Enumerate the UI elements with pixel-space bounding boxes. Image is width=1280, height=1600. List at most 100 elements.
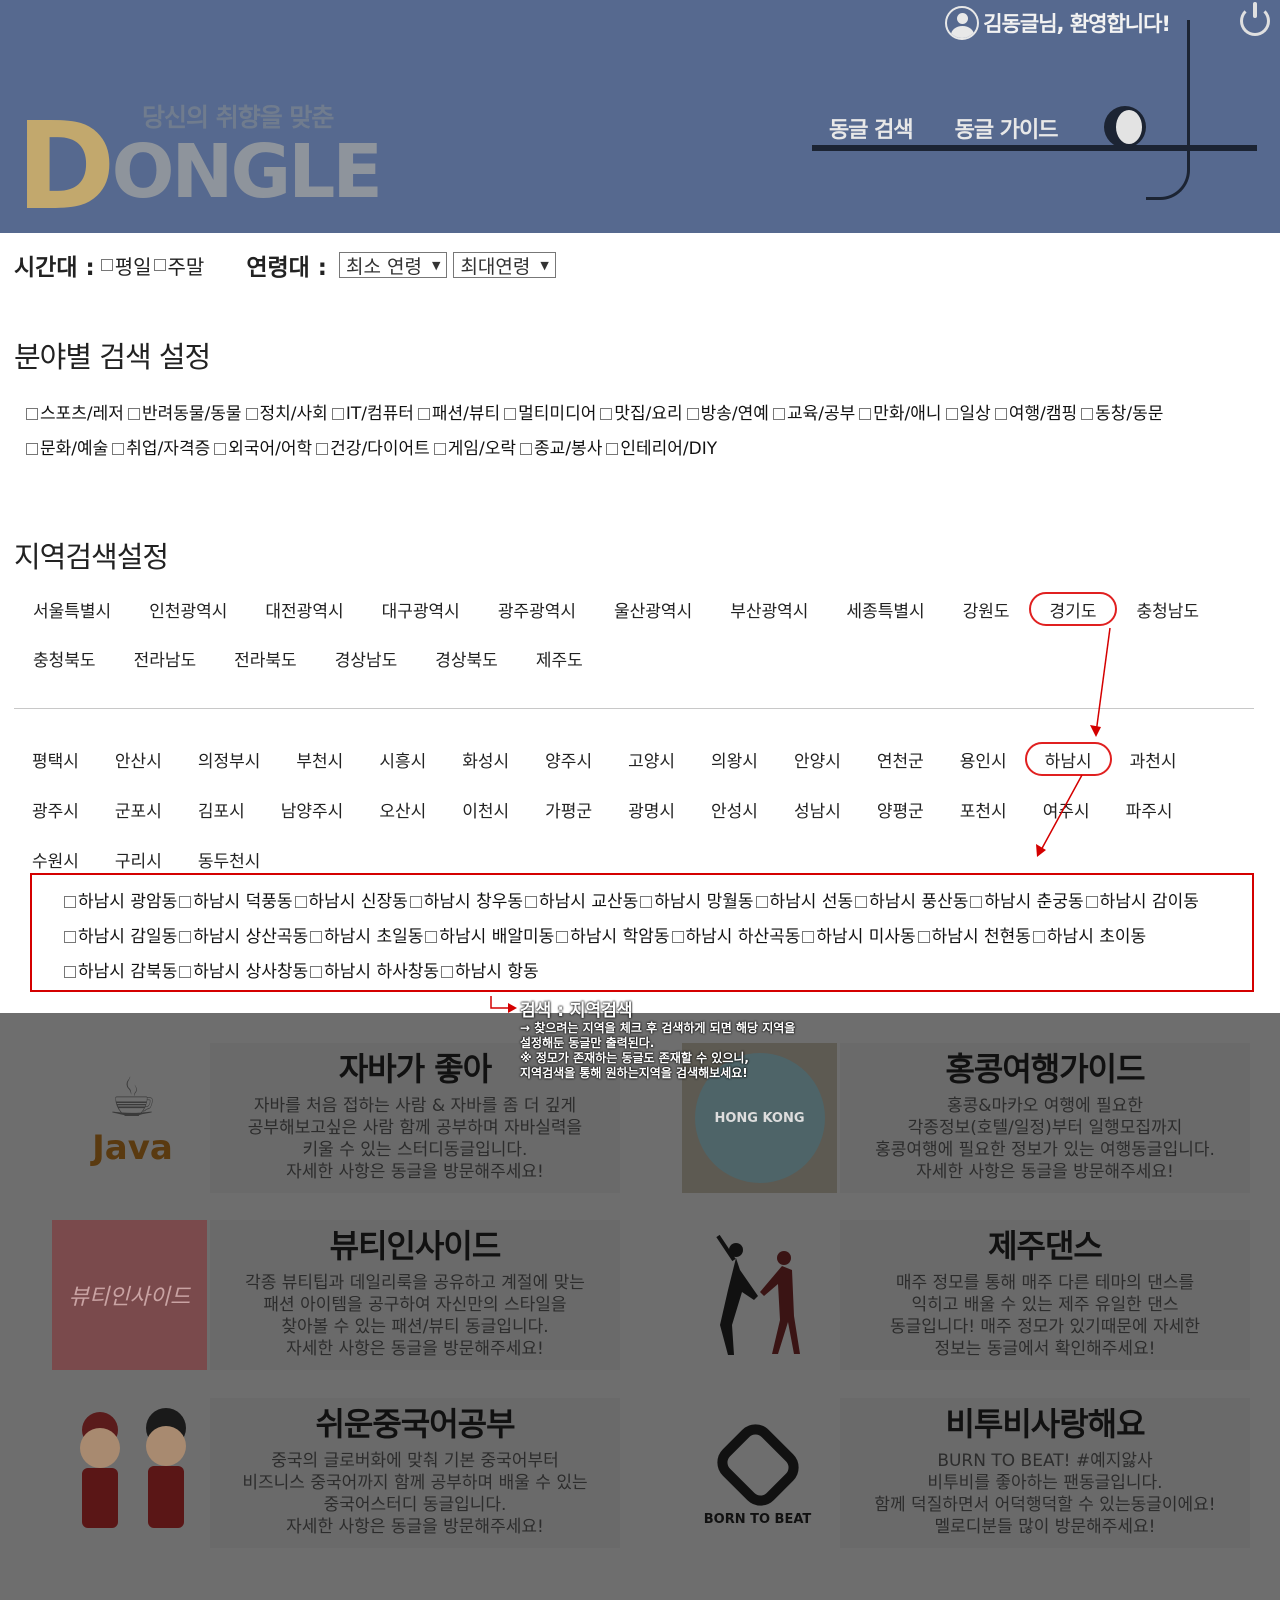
city-option[interactable]: 안성시 [693,792,776,826]
province-option[interactable]: 전라남도 [115,641,216,675]
dong-option-checkbox[interactable] [179,896,192,908]
category-option[interactable]: 방송/연예 [686,397,769,431]
city-option[interactable]: 안양시 [776,742,859,776]
nav-dongle-guide[interactable]: 동글 가이드 [955,112,1059,144]
category-option[interactable]: 정치/사회 [245,397,328,431]
dong-option[interactable]: 하남시 상사창동 [179,955,308,989]
category-option[interactable]: 일상 [945,397,991,431]
dong-option-checkbox[interactable] [1085,896,1098,908]
dong-option-checkbox[interactable] [409,896,422,908]
province-option[interactable]: 대구광역시 [363,592,479,626]
city-option[interactable]: 과천시 [1112,742,1195,776]
category-option-checkbox[interactable] [316,443,329,455]
category-option-checkbox[interactable] [26,408,38,420]
weekend-option[interactable]: 주말 [153,251,204,280]
city-option[interactable]: 여주시 [1025,792,1108,826]
dong-option[interactable]: 하남시 천현동 [917,920,1031,954]
category-option[interactable]: IT/컴퓨터 [331,397,414,431]
logout-power-icon[interactable] [1240,2,1270,36]
city-option[interactable]: 고양시 [610,742,693,776]
category-option[interactable]: 교육/공부 [772,397,855,431]
dong-option[interactable]: 하남시 덕풍동 [179,885,293,919]
city-option[interactable]: 가평군 [527,792,610,826]
city-option[interactable]: 이천시 [444,792,527,826]
category-option-checkbox[interactable] [600,408,613,420]
dong-option[interactable]: 하남시 춘궁동 [970,885,1084,919]
dong-option[interactable]: 하남시 초이동 [1032,920,1146,954]
city-option[interactable]: 평택시 [14,742,97,776]
category-option[interactable]: 문화/예술 [26,432,108,466]
city-option[interactable]: 오산시 [361,792,444,826]
weekday-option[interactable]: 평일 [100,251,152,280]
city-option[interactable]: 양평군 [859,792,942,826]
card-beauty[interactable]: 뷰티인사이드 각종 뷰티팁과 데일리룩을 공유하고 계절에 맞는 패션 아이템을 … [210,1220,620,1370]
chinese-kids-image[interactable] [55,1398,210,1548]
category-option[interactable]: 멀티미디어 [504,397,596,431]
city-option[interactable]: 시흥시 [361,742,444,776]
province-option[interactable]: 전라북도 [215,641,316,675]
category-option-checkbox[interactable] [214,443,227,455]
dong-option-checkbox[interactable] [556,931,569,943]
dong-option[interactable]: 하남시 선동 [755,885,853,919]
dong-option[interactable]: 하남시 학암동 [556,920,670,954]
city-option[interactable]: 군포시 [97,792,180,826]
city-option[interactable]: 부천시 [278,742,361,776]
card-btob[interactable]: 비투비사랑해요 BURN TO BEAT! #예지앓사 비투비를 좋아하는 팬동글… [840,1398,1250,1548]
city-option[interactable]: 성남시 [776,792,859,826]
card-jeju-dance[interactable]: 제주댄스 매주 정모를 통해 매주 다른 테마의 댄스를 익히고 배울 수 있는 … [840,1220,1250,1370]
province-option[interactable]: 인천광역시 [130,592,246,626]
dong-option-checkbox[interactable] [640,896,653,908]
city-option[interactable]: 하남시 [1024,742,1112,776]
city-option[interactable]: 안산시 [97,742,180,776]
province-option[interactable]: 제주도 [517,641,602,675]
category-option[interactable]: 여행/캠핑 [994,397,1077,431]
category-option-checkbox[interactable] [504,408,517,420]
city-option[interactable]: 양주시 [527,742,610,776]
city-option[interactable]: 파주시 [1108,792,1191,826]
category-option[interactable]: 인테리어/DIY [606,432,717,466]
province-option[interactable]: 서울특별시 [14,592,130,626]
java-logo-icon[interactable]: ☕ Java [55,1043,210,1193]
dong-option-checkbox[interactable] [64,966,76,978]
province-option[interactable]: 경기도 [1028,592,1118,626]
beauty-inside-logo[interactable]: 뷰티인사이드 [52,1220,207,1370]
dong-option-checkbox[interactable] [671,931,684,943]
city-option[interactable]: 용인시 [942,742,1025,776]
city-option[interactable]: 광명시 [610,792,693,826]
card-hongkong[interactable]: 홍콩여행가이드 홍콩&마카오 여행에 필요한 각종정보(호텔/일정)부터 일행모집… [840,1043,1250,1193]
city-option[interactable]: 수원시 [14,842,97,876]
category-option-checkbox[interactable] [433,443,446,455]
category-option-checkbox[interactable] [245,408,258,420]
province-option[interactable]: 경상남도 [316,641,417,675]
category-option-checkbox[interactable] [520,443,533,455]
city-option[interactable]: 포천시 [942,792,1025,826]
dong-option-checkbox[interactable] [441,966,454,978]
dong-option[interactable]: 하남시 교산동 [525,885,638,919]
weekday-checkbox[interactable] [100,259,113,271]
dong-option-checkbox[interactable] [64,931,76,943]
dong-option-checkbox[interactable] [525,896,537,908]
city-option[interactable]: 연천군 [859,742,942,776]
dong-option[interactable]: 하남시 항동 [441,955,539,989]
city-option[interactable]: 구리시 [97,842,180,876]
dong-option-checkbox[interactable] [755,896,768,908]
dong-option-checkbox[interactable] [855,896,868,908]
city-option[interactable]: 의정부시 [180,742,279,776]
dong-option[interactable]: 하남시 풍산동 [855,885,968,919]
province-option[interactable]: 세종특별시 [827,592,943,626]
dong-option-checkbox[interactable] [970,896,983,908]
category-option[interactable]: 맛집/요리 [600,397,683,431]
dong-option[interactable]: 하남시 감이동 [1085,885,1199,919]
category-option[interactable]: 반려동물/동물 [127,397,242,431]
dong-option-checkbox[interactable] [310,931,323,943]
category-option[interactable]: 패션/뷰티 [417,397,500,431]
category-option-checkbox[interactable] [772,408,785,420]
category-option-checkbox[interactable] [945,408,958,420]
dongle-logo[interactable]: D ONGLE [16,108,383,228]
province-option[interactable]: 대전광역시 [246,592,362,626]
dong-option[interactable]: 하남시 하산곡동 [671,920,800,954]
card-chinese[interactable]: 쉬운중국어공부 중국의 글로버화에 맞춰 기본 중국어부터 비즈니스 중국어까지 … [210,1398,620,1548]
category-option-checkbox[interactable] [417,408,430,420]
category-option-checkbox[interactable] [331,408,344,420]
dong-option[interactable]: 하남시 미사동 [802,920,916,954]
